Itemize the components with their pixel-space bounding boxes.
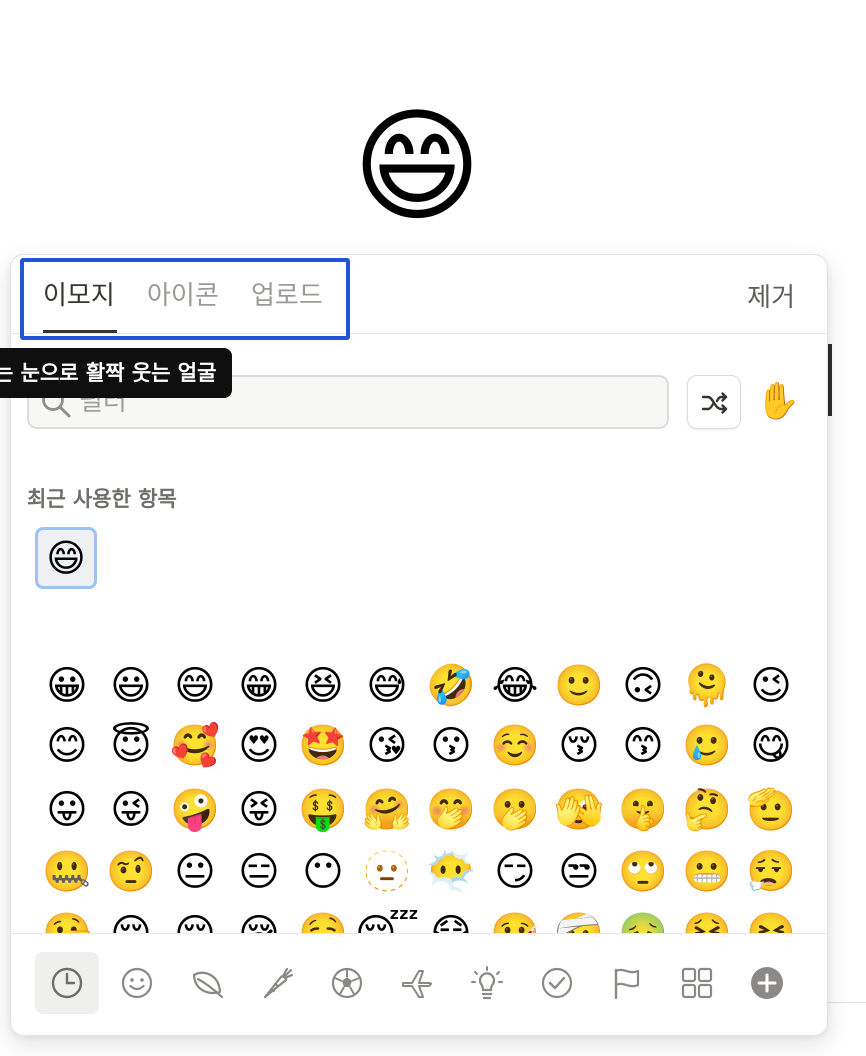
emoji-cell[interactable]: 🤪 xyxy=(163,779,227,841)
emoji-cell[interactable]: 🫣 xyxy=(547,779,611,841)
emoji-cell[interactable]: 🤒 xyxy=(483,903,547,933)
emoji-cell[interactable]: 😜 xyxy=(99,779,163,841)
category-flags-button[interactable] xyxy=(595,952,659,1014)
category-recent-button[interactable] xyxy=(35,952,99,1014)
page-icon-emoji[interactable]: 😄 xyxy=(342,92,492,242)
emoji-cell[interactable]: 😴 xyxy=(355,903,419,933)
plus-circle-icon xyxy=(751,967,783,999)
emoji-cell[interactable]: 🫠 xyxy=(675,655,739,717)
emoji-cell[interactable]: 😛 xyxy=(35,779,99,841)
category-food-button[interactable] xyxy=(245,952,309,1014)
emoji-cell[interactable]: 🤕 xyxy=(547,903,611,933)
emoji-cell[interactable]: 🤐 xyxy=(35,841,99,903)
clock-icon xyxy=(51,967,83,999)
emoji-cell[interactable]: 😑 xyxy=(227,841,291,903)
carrot-icon xyxy=(263,967,294,999)
emoji-cell[interactable]: 🙃 xyxy=(611,655,675,717)
recent-section-label: 최근 사용한 항목 xyxy=(27,487,177,511)
category-people-button[interactable] xyxy=(105,952,169,1014)
emoji-cell[interactable]: 🤨 xyxy=(99,841,163,903)
check-circle-icon xyxy=(541,967,573,999)
emoji-cell[interactable]: 🤤 xyxy=(291,903,355,933)
emoji-cell[interactable]: 😗 xyxy=(419,715,483,777)
emoji-cell[interactable]: 😔 xyxy=(163,903,227,933)
emoji-cell[interactable]: 🫢 xyxy=(483,779,547,841)
emoji-cell[interactable]: 😄 xyxy=(163,655,227,717)
remove-button[interactable]: 제거 xyxy=(747,277,795,314)
category-add-button[interactable] xyxy=(735,952,799,1014)
shuffle-icon xyxy=(701,392,728,414)
tab-emoji[interactable]: 이모지 xyxy=(43,275,115,312)
background-divider xyxy=(826,1002,866,1003)
emoji-cell[interactable]: 😇 xyxy=(99,715,163,777)
emoji-cell[interactable]: 😪 xyxy=(227,903,291,933)
emoji-cell[interactable]: 😍 xyxy=(227,715,291,777)
emoji-cell[interactable]: 😚 xyxy=(547,715,611,777)
emoji-cell[interactable]: 🤗 xyxy=(355,779,419,841)
category-travel-button[interactable] xyxy=(385,952,449,1014)
emoji-cell[interactable]: 😂 xyxy=(483,655,547,717)
emoji-cell[interactable]: 🤧 xyxy=(739,903,795,933)
leaf-icon xyxy=(192,971,224,999)
emoji-cell[interactable]: ☺️ xyxy=(483,715,547,777)
emoji-cell[interactable]: 😮‍💨 xyxy=(739,841,795,903)
skin-tone-button[interactable]: ✋ xyxy=(755,379,801,425)
emoji-cell[interactable]: 😝 xyxy=(227,779,291,841)
emoji-cell[interactable]: 🤢 xyxy=(611,903,675,933)
emoji-name-tooltip: 는 눈으로 활짝 웃는 얼굴 xyxy=(0,348,233,398)
emoji-cell[interactable]: 🤥 xyxy=(35,903,99,933)
emoji-cell[interactable]: 🤑 xyxy=(291,779,355,841)
lightbulb-icon xyxy=(471,966,503,1000)
emoji-cell[interactable]: 🙂 xyxy=(547,655,611,717)
emoji-cell[interactable]: 😏 xyxy=(483,841,547,903)
tab-icons[interactable]: 아이콘 xyxy=(147,275,219,312)
smiley-icon xyxy=(121,967,153,999)
airplane-icon xyxy=(402,970,432,998)
picker-tabs: 이모지 아이콘 업로드 제거 xyxy=(11,255,827,340)
emoji-cell[interactable]: 🤩 xyxy=(291,715,355,777)
emoji-cell[interactable]: 😒 xyxy=(547,841,611,903)
emoji-cell[interactable]: 😙 xyxy=(611,715,675,777)
emoji-cell[interactable]: 🫥 xyxy=(355,841,419,903)
emoji-cell[interactable]: 😘 xyxy=(355,715,419,777)
emoji-cell[interactable]: 😌 xyxy=(99,903,163,933)
emoji-cell[interactable]: 😅 xyxy=(355,655,419,717)
page: ‑ 😄 이모지 아이콘 업로드 제거 xyxy=(0,0,866,1056)
emoji-cell[interactable]: 🫡 xyxy=(739,779,795,841)
emoji-cell[interactable]: 😋 xyxy=(739,715,795,777)
emoji-cell[interactable]: 🤭 xyxy=(419,779,483,841)
emoji-cell[interactable]: 😃 xyxy=(99,655,163,717)
category-objects-button[interactable] xyxy=(455,952,519,1014)
emoji-cell[interactable]: 😬 xyxy=(675,841,739,903)
emoji-cell[interactable]: 🥲 xyxy=(675,715,739,777)
emoji-grid: 😀 😃 😄 😁 😆 😅 🤣 😂 🙂 🙃 🫠 😉 😊 😇 🥰 😍 🤩 😘 😗 ☺️… xyxy=(35,655,795,933)
emoji-cell[interactable]: 🤫 xyxy=(611,779,675,841)
category-custom-button[interactable] xyxy=(665,952,729,1014)
active-tab-underline xyxy=(43,330,117,333)
emoji-cell[interactable]: 😶 xyxy=(291,841,355,903)
category-bar xyxy=(11,933,827,1035)
emoji-cell[interactable]: 🤣 xyxy=(419,655,483,717)
emoji-cell[interactable]: 😆 xyxy=(291,655,355,717)
emoji-cell[interactable]: 😁 xyxy=(227,655,291,717)
category-nature-button[interactable] xyxy=(175,952,239,1014)
emoji-cell[interactable]: 😐 xyxy=(163,841,227,903)
emoji-cell[interactable]: 😉 xyxy=(739,655,795,717)
emoji-cell[interactable]: 🤔 xyxy=(675,779,739,841)
tab-upload[interactable]: 업로드 xyxy=(251,275,323,312)
emoji-cell[interactable]: 🙄 xyxy=(611,841,675,903)
emoji-cell[interactable]: 🥰 xyxy=(163,715,227,777)
flag-icon xyxy=(614,968,640,1000)
random-emoji-button[interactable] xyxy=(687,375,741,429)
emoji-cell[interactable]: 😷 xyxy=(419,903,483,933)
emoji-cell[interactable]: 😶‍🌫️ xyxy=(419,841,483,903)
grid-icon xyxy=(681,967,713,999)
emoji-cell[interactable]: 😊 xyxy=(35,715,99,777)
category-symbols-button[interactable] xyxy=(525,952,589,1014)
soccer-ball-icon xyxy=(331,967,363,999)
recent-emoji-item[interactable]: 😄 xyxy=(35,527,97,589)
category-activity-button[interactable] xyxy=(315,952,379,1014)
emoji-cell[interactable]: 😀 xyxy=(35,655,99,717)
emoji-cell[interactable]: 🤮 xyxy=(675,903,739,933)
